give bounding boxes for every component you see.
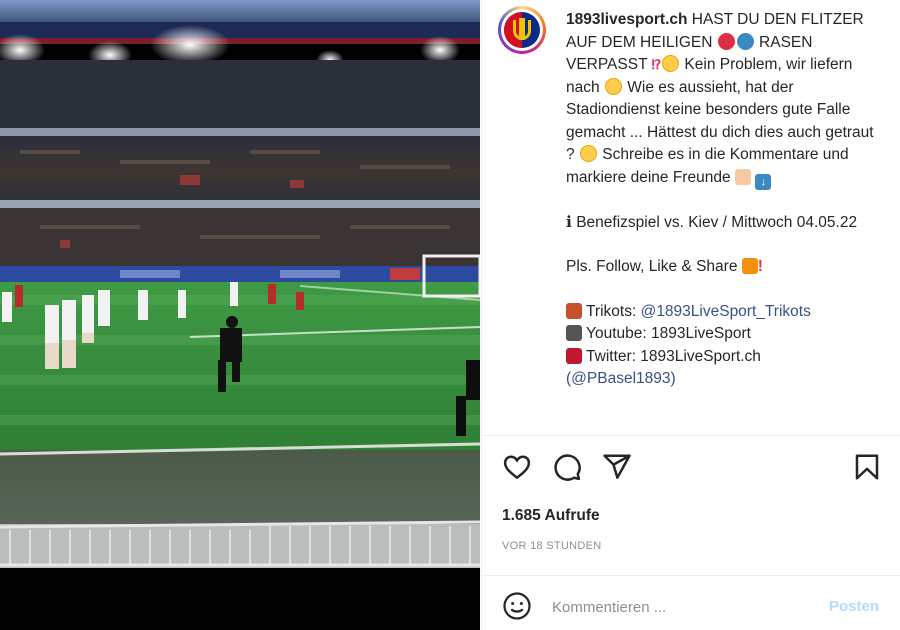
caption-row: 1893livesport.ch HAST DU DEN FLITZER AUF… bbox=[498, 6, 885, 391]
stadium-video-frame bbox=[0, 0, 480, 630]
heart-icon[interactable] bbox=[502, 452, 532, 482]
laughing-face-icon bbox=[662, 55, 680, 72]
shirt-icon bbox=[566, 302, 582, 319]
post-timestamp[interactable]: VOR 18 STUNDEN bbox=[502, 540, 602, 552]
thumbs-up-icon bbox=[734, 168, 751, 185]
view-count[interactable]: 1.685 Aufrufe bbox=[502, 507, 600, 525]
video-camera-icon bbox=[566, 325, 582, 341]
collision-icon bbox=[741, 258, 758, 274]
smiling-face-icon bbox=[604, 77, 622, 95]
post-side-panel: 1893livesport.ch HAST DU DEN FLITZER AUF… bbox=[481, 0, 900, 630]
caption-text-4: Schreibe es in die Kommentare und markie… bbox=[566, 146, 849, 186]
match-info: Benefizspiel vs. Kiev / Mittwoch 04.05.2… bbox=[576, 213, 858, 231]
username-link[interactable]: 1893livesport.ch bbox=[566, 11, 687, 28]
paper-plane-icon[interactable] bbox=[602, 452, 632, 482]
club-logo bbox=[504, 12, 540, 48]
youtube-text: Youtube: 1893LiveSport bbox=[586, 325, 751, 342]
bookmark-icon[interactable] bbox=[852, 452, 882, 482]
red-circle-icon bbox=[717, 32, 735, 50]
trikots-link[interactable]: @1893LiveSport_Trikots bbox=[641, 303, 811, 320]
bird-icon bbox=[566, 347, 582, 364]
comment-bar: Posten bbox=[482, 575, 900, 630]
exclamation-icon: ! bbox=[757, 258, 763, 275]
comment-icon[interactable] bbox=[552, 452, 582, 482]
post-caption: 1893livesport.ch HAST DU DEN FLITZER AUF… bbox=[566, 6, 885, 391]
caption-area[interactable]: 1893livesport.ch HAST DU DEN FLITZER AUF… bbox=[482, 0, 900, 433]
interrobang-icon: ⁉ bbox=[651, 57, 662, 72]
post-comment-button[interactable]: Posten bbox=[829, 598, 879, 615]
trikots-label: Trikots: bbox=[586, 302, 641, 320]
blue-circle-icon bbox=[736, 32, 754, 50]
grinning-sweat-face-icon bbox=[579, 145, 597, 162]
info-icon: ℹ bbox=[566, 213, 572, 231]
comment-input[interactable] bbox=[552, 596, 812, 618]
smiley-icon[interactable] bbox=[502, 591, 532, 621]
action-bar bbox=[502, 452, 882, 488]
twitter-text: Twitter: 1893LiveSport.ch bbox=[586, 347, 761, 365]
divider bbox=[482, 435, 900, 436]
more-link[interactable]: (@PBasel1893) bbox=[566, 370, 676, 387]
down-arrow-icon: ↓ bbox=[755, 173, 772, 190]
avatar[interactable] bbox=[498, 6, 546, 54]
video-player[interactable] bbox=[0, 0, 480, 630]
follow-text: Pls. Follow, Like & Share bbox=[566, 258, 738, 275]
